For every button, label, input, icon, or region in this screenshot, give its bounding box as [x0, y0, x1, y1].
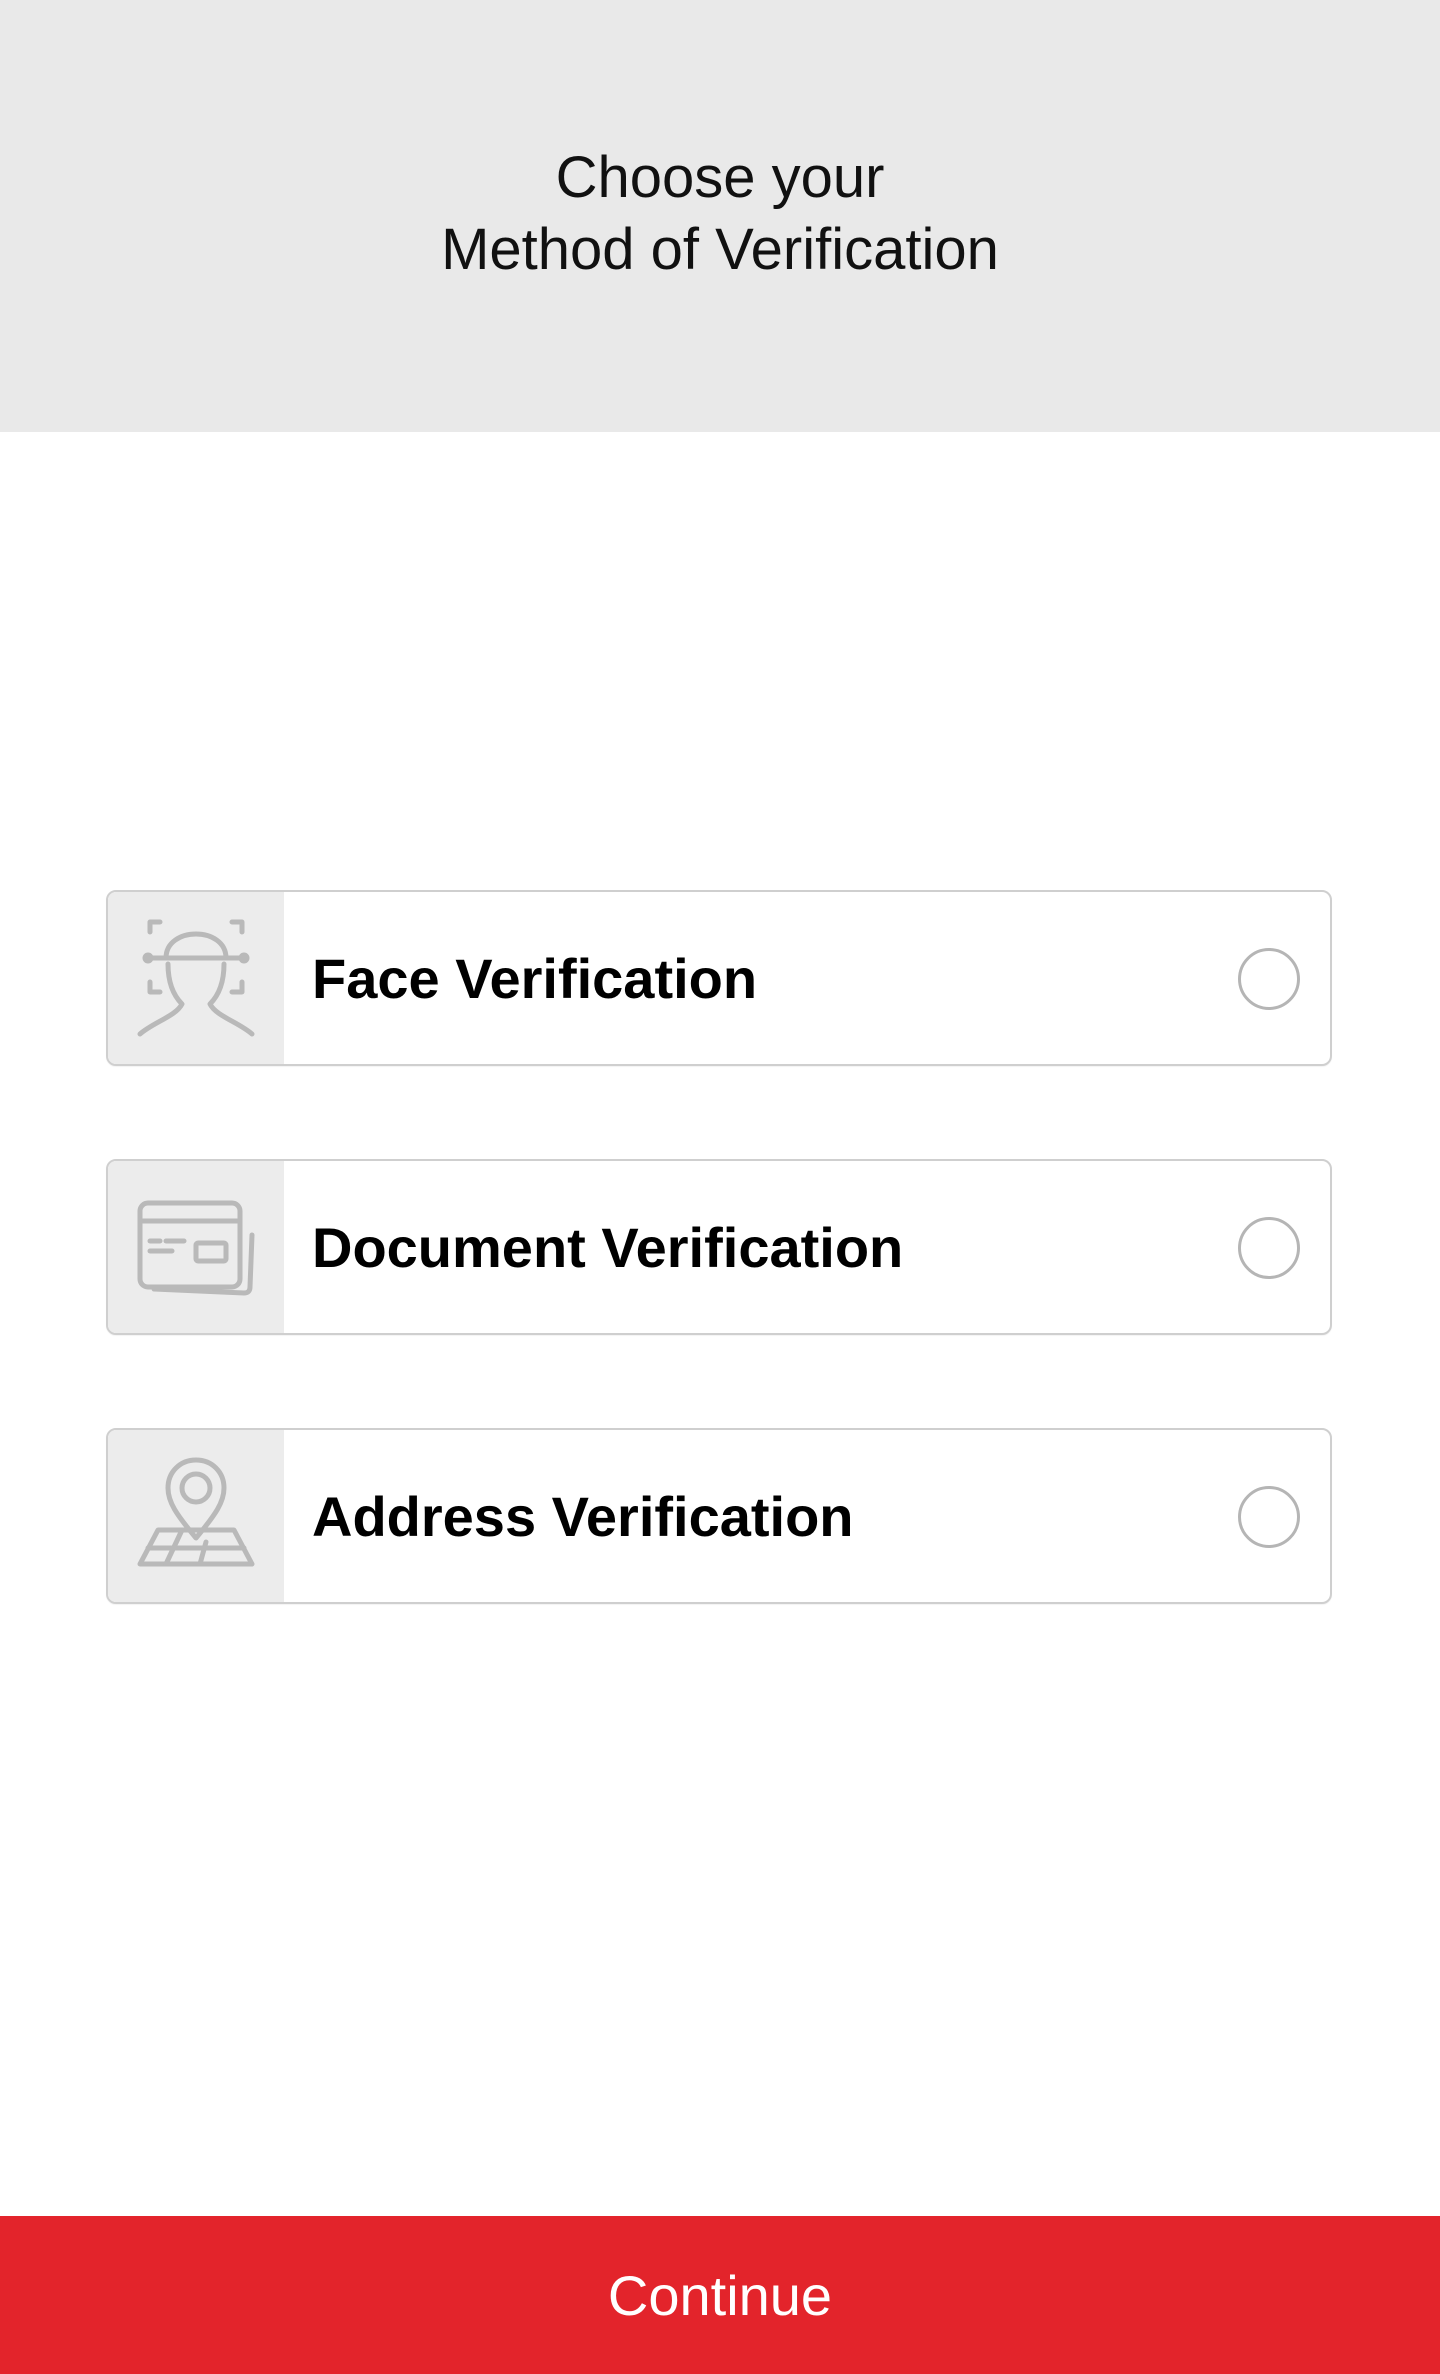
option-label: Document Verification — [312, 1215, 904, 1279]
radio-address-verification[interactable] — [1238, 1486, 1300, 1548]
page-title-line2: Method of Verification — [441, 217, 999, 282]
radio-face-verification[interactable] — [1238, 948, 1300, 1010]
id-card-icon — [137, 1200, 255, 1296]
page-title-line1: Choose your — [555, 145, 885, 210]
option-icon-cell — [108, 1430, 284, 1602]
radio-document-verification[interactable] — [1238, 1217, 1300, 1279]
option-document-verification[interactable]: Document Verification — [106, 1159, 1332, 1335]
option-address-verification[interactable]: Address Verification — [106, 1428, 1332, 1604]
option-label: Face Verification — [312, 946, 758, 1010]
face-scan-icon — [137, 919, 255, 1037]
option-icon-cell — [108, 892, 284, 1064]
option-label: Address Verification — [312, 1484, 854, 1548]
continue-button[interactable]: Continue — [0, 2216, 1440, 2374]
page-title: Choose your Method of Verification — [0, 142, 1440, 286]
map-pin-icon — [137, 1457, 255, 1567]
option-icon-cell — [108, 1161, 284, 1333]
header: Choose your Method of Verification — [0, 0, 1440, 432]
option-face-verification[interactable]: Face Verification — [106, 890, 1332, 1066]
